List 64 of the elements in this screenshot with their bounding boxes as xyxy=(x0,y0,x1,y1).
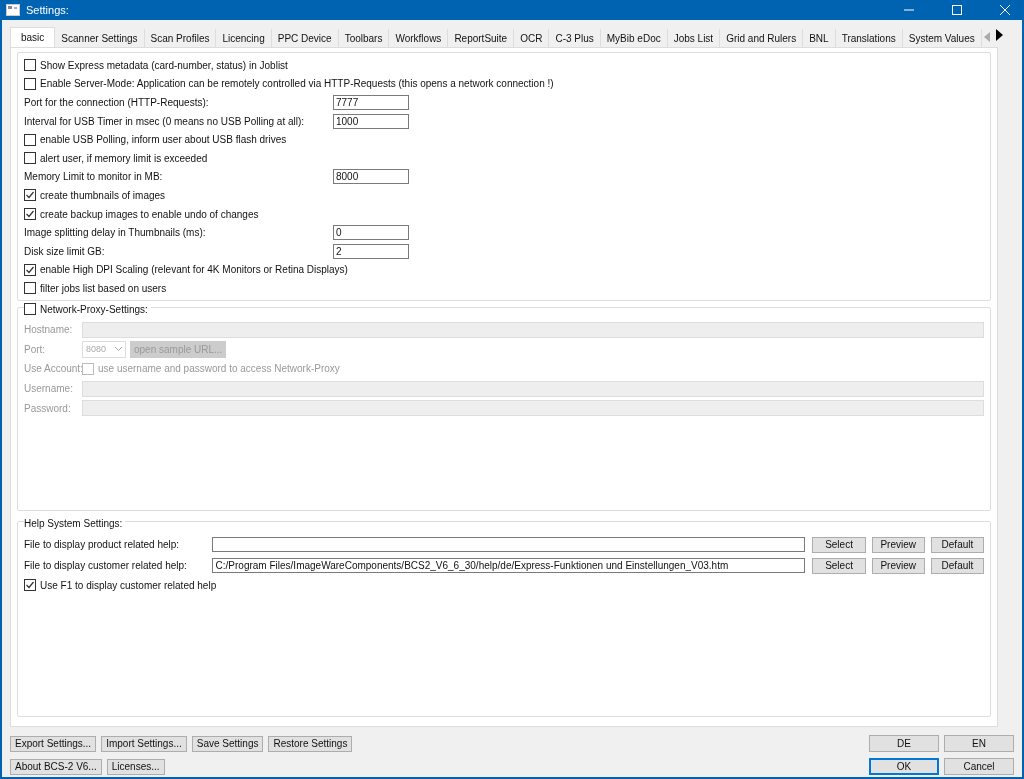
field-label: Hostname: xyxy=(24,324,74,336)
field-label: Image splitting delay in Thumbnails (ms): xyxy=(24,227,207,239)
footer-button[interactable]: Licenses... xyxy=(106,758,165,775)
field-label: Disk size limit GB: xyxy=(24,245,106,257)
checkbox-label: create backup images to enable undo of changes xyxy=(40,208,259,220)
window-title: Settings: xyxy=(26,4,69,16)
language-button[interactable]: DE xyxy=(869,735,939,752)
help-button[interactable]: Preview xyxy=(871,536,925,553)
checkbox[interactable] xyxy=(24,263,36,276)
close-icon[interactable] xyxy=(1000,5,1010,15)
checkbox-label: use username and password to access Network-Proxy xyxy=(98,363,340,375)
help-button[interactable]: Select xyxy=(812,536,866,553)
field-label: Port: xyxy=(24,343,47,355)
footer-button[interactable]: Restore Settings xyxy=(268,735,353,752)
checkbox-label: Network-Proxy-Settings: xyxy=(40,303,148,315)
checkbox-label: Enable Server-Mode: Application can be remotely controlled via HTTP-Requests (this opens a network connection !) xyxy=(40,78,554,90)
footer-button[interactable]: Save Settings xyxy=(191,735,264,752)
checkbox[interactable] xyxy=(24,189,36,202)
checkbox[interactable] xyxy=(24,77,36,90)
input-field[interactable]: 1000 xyxy=(333,113,409,129)
field-label: Username: xyxy=(24,383,74,395)
help-button[interactable]: Preview xyxy=(871,557,925,574)
checkbox[interactable] xyxy=(24,579,36,592)
tab[interactable]: basic xyxy=(10,27,56,47)
checkbox-label: enable High DPI Scaling (relevant for 4K Monitors or Retina Displays) xyxy=(40,264,348,276)
help-button[interactable]: Default xyxy=(930,557,984,574)
footer-button[interactable]: Import Settings... xyxy=(101,735,187,752)
checkbox[interactable] xyxy=(24,152,36,165)
checkbox-label: Show Express metadata (card-number, status) in Joblist xyxy=(40,59,288,71)
help-button[interactable]: Default xyxy=(930,536,984,553)
input-field[interactable]: C:/Program Files/ImageWareComponents/BCS2_V6_6_30/help/de/Express-Funktionen und Einstellungen_V03.htm xyxy=(211,558,806,573)
group-title: Help System Settings: xyxy=(24,517,123,529)
field-label: Interval for USB Timer in msec (0 means no USB Polling at all): xyxy=(24,115,306,127)
input-field[interactable]: 2 xyxy=(333,243,409,259)
field-label: File to display customer related help: xyxy=(24,560,188,571)
footer-button[interactable]: About BCS-2 V6... xyxy=(10,758,102,775)
checkbox-label: create thumbnails of images xyxy=(40,189,166,201)
checkbox-label: enable USB Polling, inform user about USB flash drives xyxy=(40,134,287,146)
checkbox-label: filter jobs list based on users xyxy=(40,282,167,294)
language-button[interactable]: EN xyxy=(944,735,1014,752)
field-label: Port for the connection (HTTP-Requests): xyxy=(24,97,210,108)
checkbox[interactable] xyxy=(24,303,36,315)
dialog-button[interactable]: Cancel xyxy=(944,758,1014,775)
scroll-right-icon[interactable] xyxy=(994,28,1004,42)
field-label: File to display product related help: xyxy=(24,539,181,550)
checkbox[interactable] xyxy=(82,363,94,375)
checkbox[interactable] xyxy=(24,59,36,72)
help-button[interactable]: Select xyxy=(812,557,866,574)
input-field[interactable]: 7777 xyxy=(333,95,409,110)
checkbox[interactable] xyxy=(24,133,36,146)
checkbox[interactable] xyxy=(24,208,36,221)
checkbox-label: alert user, if memory limit is exceeded xyxy=(40,152,208,164)
dialog-button[interactable]: OK xyxy=(869,758,939,775)
input-field[interactable]: 0 xyxy=(333,225,409,241)
input-field[interactable]: 8000 xyxy=(333,169,409,185)
input-field[interactable] xyxy=(211,537,806,552)
footer-button[interactable]: Export Settings... xyxy=(10,735,97,752)
chevron-down-icon xyxy=(115,347,122,352)
checkbox[interactable] xyxy=(24,282,36,295)
maximize-icon[interactable] xyxy=(952,5,962,15)
field-label: Password: xyxy=(24,402,72,414)
checkbox-label: Use F1 to display customer related help xyxy=(40,579,217,591)
app-icon xyxy=(6,4,20,16)
field-label: Memory Limit to monitor in MB: xyxy=(24,171,164,183)
